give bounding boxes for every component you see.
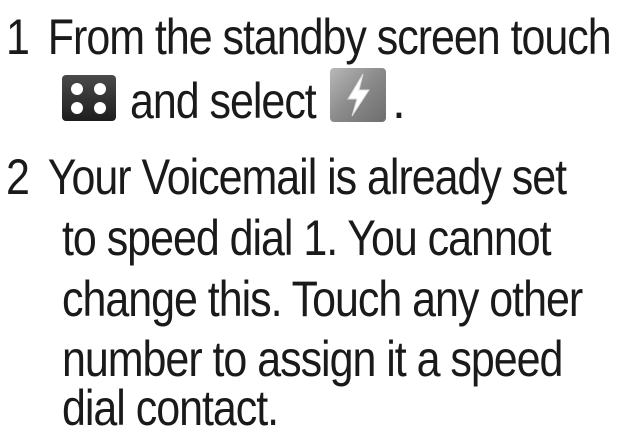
step-1-period: . (392, 73, 406, 129)
step-1-text-line-1: From the standby screen touch (47, 9, 612, 65)
step-2-line-4: number to assign it a speed (62, 331, 563, 387)
step-2-line-2: to speed dial 1. You cannot (62, 210, 552, 266)
step-2-text-line-4: number to assign it a speed (62, 331, 563, 387)
step-2-text-line-1: Your Voicemail is already set (47, 149, 567, 205)
step-2-text-line-3: change this. Touch any other (62, 271, 583, 327)
step-1-line-2: and select (130, 73, 317, 129)
manual-page: 1 From the standby screen touch and selec… (0, 0, 632, 433)
step-2-number: 2 (6, 149, 30, 205)
step-2-line-1: 2 Your Voicemail is already set (6, 149, 567, 205)
step-2-text-line-5: dial contact. (62, 380, 279, 436)
step-1-line-1: 1 From the standby screen touch (6, 9, 612, 65)
step-2-text-line-2: to speed dial 1. You cannot (62, 210, 552, 266)
step-1-number: 1 (6, 9, 30, 65)
step-2-line-5: dial contact. (62, 380, 279, 436)
menu-grid-icon (62, 75, 116, 121)
speed-dial-bolt-icon (330, 68, 386, 122)
step-1-text-line-2: and select (130, 73, 317, 129)
step-2-line-3: change this. Touch any other (62, 271, 583, 327)
